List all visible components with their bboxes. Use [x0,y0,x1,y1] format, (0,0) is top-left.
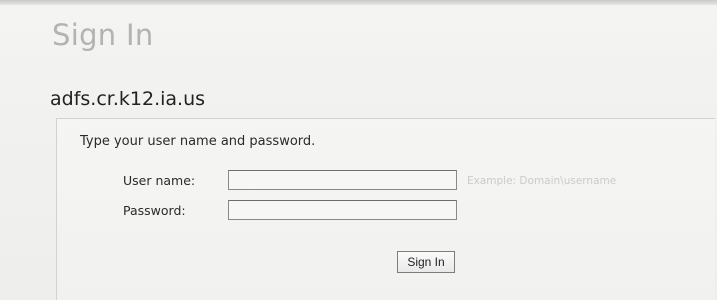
domain-heading: adfs.cr.k12.ia.us [50,88,206,110]
username-field[interactable] [228,170,457,190]
username-hint: Example: Domain\username [467,175,617,187]
page-title: Sign In [52,18,154,52]
password-label: Password: [123,203,186,218]
username-label: User name: [123,173,196,188]
top-edge [0,0,717,5]
password-field[interactable] [228,200,457,220]
sign-in-button[interactable]: Sign In [397,251,455,273]
login-instructions: Type your user name and password. [80,134,316,149]
